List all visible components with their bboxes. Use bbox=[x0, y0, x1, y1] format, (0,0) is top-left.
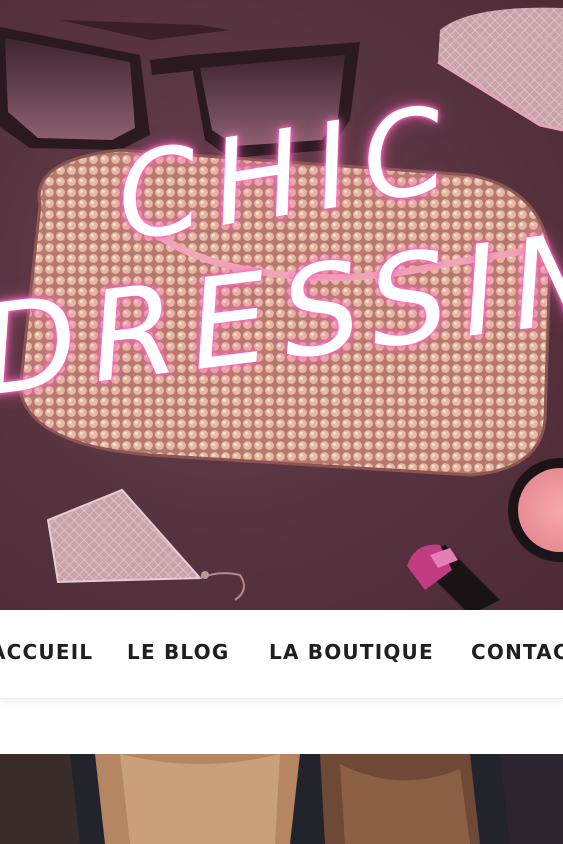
blush-compact-image bbox=[508, 458, 563, 562]
featured-post-image[interactable] bbox=[0, 754, 563, 844]
lipstick-image bbox=[407, 544, 500, 610]
nav-item-contact[interactable]: CONTACT bbox=[471, 640, 563, 664]
nav-item-la-boutique[interactable]: LA BOUTIQUE bbox=[269, 640, 434, 664]
hero-banner: CHIC DRESSING bbox=[0, 0, 563, 610]
earring-image bbox=[46, 488, 245, 601]
nav-item-le-blog[interactable]: LE BLOG bbox=[127, 640, 229, 664]
nav-item-accueil[interactable]: ACCUEIL bbox=[0, 640, 93, 664]
post-photo bbox=[0, 754, 563, 844]
main-navigation: ACCUEIL LE BLOG LA BOUTIQUE CONTACT bbox=[0, 610, 563, 699]
